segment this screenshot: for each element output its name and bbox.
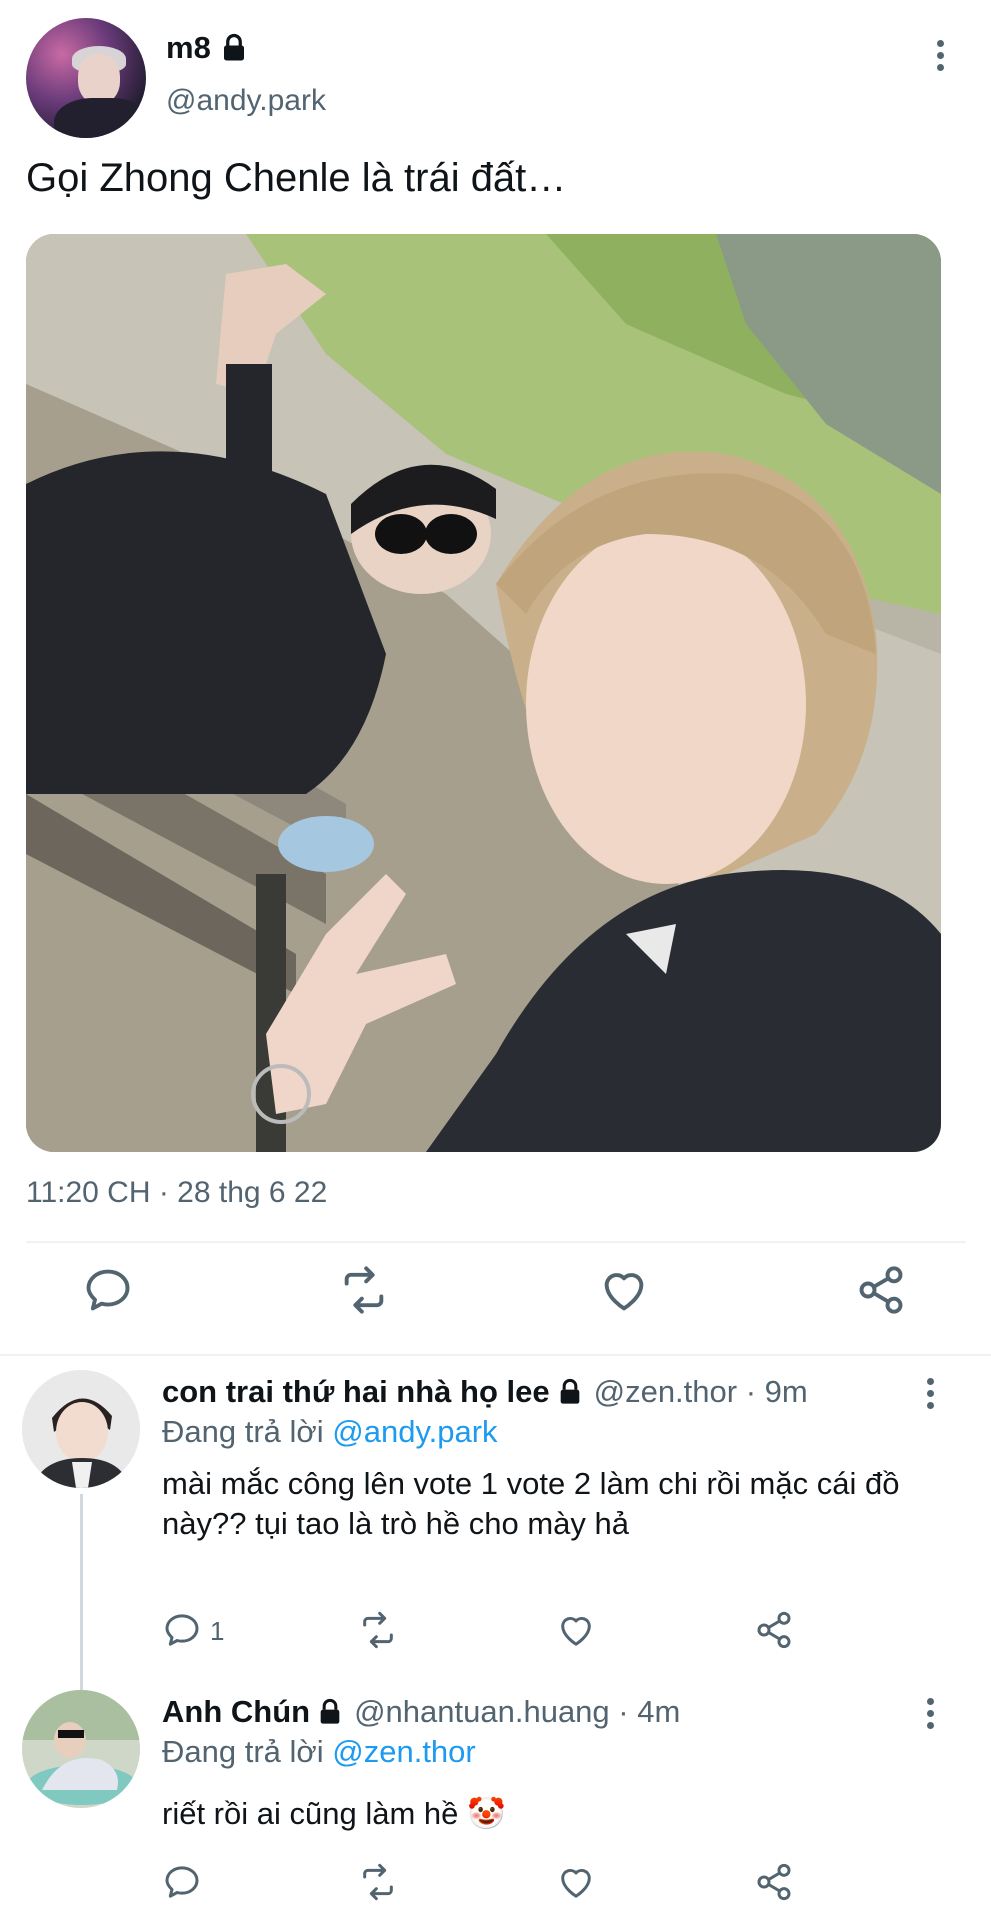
reply-text: riết rồi ai cũng làm hề 🤡	[162, 1796, 506, 1831]
comment-icon	[165, 1614, 199, 1646]
retweet-icon	[344, 1266, 384, 1314]
reply-more-options-button[interactable]	[920, 1698, 940, 1738]
reply-comment-button[interactable]	[162, 1862, 206, 1906]
reply-share-button[interactable]	[754, 1610, 798, 1654]
replying-mention[interactable]: @andy.park	[332, 1414, 497, 1449]
photo-illustration	[26, 234, 941, 1152]
thread-line	[80, 1494, 83, 1690]
retweet-button[interactable]	[338, 1264, 398, 1324]
reply-author-name[interactable]: con trai thứ hai nhà họ lee	[162, 1374, 550, 1410]
lock-icon	[320, 1698, 340, 1724]
replying-to: Đang trả lời @andy.park	[162, 1414, 498, 1450]
share-icon	[757, 1863, 791, 1901]
reply-header: con trai thứ hai nhà họ lee @zen.thor · …	[162, 1374, 808, 1410]
replying-mention[interactable]: @zen.thor	[332, 1734, 475, 1769]
heart-icon	[604, 1273, 644, 1311]
reply-like-button[interactable]	[556, 1610, 600, 1654]
divider	[0, 1354, 991, 1356]
share-icon	[757, 1611, 791, 1649]
lock-icon	[560, 1378, 579, 1404]
reply-button[interactable]	[82, 1264, 142, 1324]
reply-handle[interactable]: @nhantuan.huang	[354, 1694, 610, 1729]
more-options-button[interactable]	[930, 40, 950, 80]
replying-prefix: Đang trả lời	[162, 1734, 324, 1769]
reply-more-options-button[interactable]	[920, 1378, 940, 1418]
replying-to: Đang trả lời @zen.thor	[162, 1734, 476, 1770]
reply-count: 1	[210, 1616, 225, 1646]
lock-icon	[223, 33, 244, 61]
reply-text: mài mắc công lên vote 1 vote 2 làm chi r…	[162, 1466, 900, 1541]
author-name-row[interactable]: m8	[166, 30, 249, 66]
comment-icon	[86, 1269, 130, 1311]
author-name[interactable]: m8	[166, 30, 211, 66]
replying-prefix: Đang trả lời	[162, 1414, 324, 1449]
retweet-icon	[363, 1611, 393, 1649]
heart-icon	[561, 1617, 591, 1646]
share-button[interactable]	[855, 1264, 915, 1324]
reply-header: Anh Chún @nhantuan.huang · 4m	[162, 1694, 680, 1730]
comment-icon	[165, 1866, 199, 1898]
share-icon	[859, 1266, 903, 1314]
reply-avatar[interactable]	[22, 1370, 140, 1488]
separator-dot: ·	[618, 1694, 629, 1729]
tweet-timestamp: 11:20 CH · 28 thg 6 22	[26, 1176, 328, 1209]
tweet-text: Gọi Zhong Chenle là trái đất…	[26, 156, 567, 200]
reply-like-button[interactable]	[556, 1862, 600, 1906]
reply-time: 9m	[764, 1374, 808, 1409]
reply-author[interactable]: Anh Chún	[162, 1694, 344, 1730]
reply-handle[interactable]: @zen.thor	[594, 1374, 737, 1409]
like-button[interactable]	[598, 1264, 658, 1324]
reply-time: 4m	[637, 1694, 681, 1729]
divider	[26, 1241, 966, 1243]
heart-icon	[561, 1869, 591, 1898]
tweet-photo[interactable]	[26, 234, 941, 1152]
reply-author-name[interactable]: Anh Chún	[162, 1694, 310, 1730]
separator-dot: ·	[745, 1374, 757, 1409]
reply-retweet-button[interactable]	[358, 1610, 402, 1654]
reply-share-button[interactable]	[754, 1862, 798, 1906]
author-handle[interactable]: @andy.park	[166, 84, 326, 118]
reply-retweet-button[interactable]	[358, 1862, 402, 1906]
avatar-illustration	[22, 1370, 140, 1488]
reply-comment-button[interactable]	[162, 1610, 206, 1654]
retweet-icon	[363, 1863, 393, 1901]
avatar-illustration	[22, 1690, 140, 1808]
reply-author[interactable]: con trai thứ hai nhà họ lee	[162, 1374, 584, 1410]
reply-avatar[interactable]	[22, 1690, 140, 1808]
author-avatar[interactable]	[26, 18, 146, 138]
